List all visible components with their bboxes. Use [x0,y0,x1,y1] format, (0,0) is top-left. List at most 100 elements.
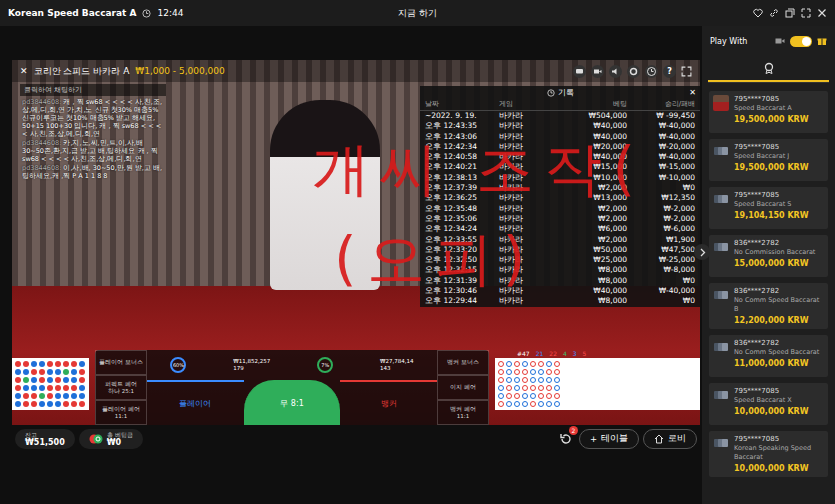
table-card[interactable]: 836****2782No Comm Speed Baccarat11,000,… [709,335,828,377]
total-bet: 총 베팅금₩0 [79,429,143,449]
history-title-group: 기록 [547,87,574,98]
main-bet[interactable]: 무 8:1 [244,380,341,425]
history-row: 오후 12:43:35바카라₩40,000₩-40,000 [420,121,700,131]
side-bet[interactable]: 퍼펙트 페어하나 25:1 [95,375,147,400]
video-icon[interactable] [591,65,604,78]
history-row: 오후 12:37:39바카라₩2,000₩0 [420,183,700,193]
side-bet-label: 퍼펙트 페어 [105,381,137,388]
timer-icon[interactable] [645,65,658,78]
table-card[interactable]: 795****7085Speed Baccarat J19,500,000 KR… [709,139,828,181]
history-cell: ₩-40,000 [627,286,695,296]
sound-icon[interactable] [609,65,622,78]
side-bet[interactable]: 뱅커 페어11:1 [437,400,489,425]
chat-user: pd3844608: [22,164,61,172]
road-ring [514,377,520,383]
table-game: Speed Baccarat A [734,104,809,113]
chips-icon [89,433,103,445]
road-ring [546,361,552,367]
table-card[interactable]: 795****7085Speed Baccarat A19,500,000 KR… [709,91,828,133]
side-bet[interactable]: 이지 페어 [437,375,489,400]
help-button[interactable]: ? [663,65,676,78]
history-cell: ₩40,000 [555,286,627,296]
history-cell: ₩15,000 [555,162,627,172]
table-game: No Comm Speed Baccarat [734,348,819,357]
road-dot [39,385,45,391]
side-bet[interactable]: 플레이어 페어11:1 [95,400,147,425]
history-cell: 오후 12:31:39 [425,276,499,286]
history-cell: 오후 12:33:55 [425,235,499,245]
heart-icon[interactable] [753,8,763,18]
main-bet[interactable]: 플레이어 [147,380,244,425]
history-cell: 오후 12:30:46 [425,286,499,296]
table-card[interactable]: 836****2782No Commission Baccarat15,000,… [709,235,828,277]
expand-icon[interactable] [801,8,811,18]
table-card[interactable]: 795****7085Korean Speaking Speed Baccara… [709,431,828,477]
history-button[interactable]: 2 [557,430,575,448]
history-cell: ₩-40,000 [627,132,695,142]
history-cell: ₩-10,000 [627,173,695,183]
history-cell: 바카라 [499,235,555,245]
award-icon [763,62,775,74]
road-dot [15,377,21,383]
history-row: 오후 12:43:06바카라₩40,000₩-40,000 [420,132,700,142]
road-ring [554,385,560,391]
link-icon[interactable] [769,8,779,18]
road-ring [522,401,528,407]
table-card[interactable]: 836****2782No Comm Speed Baccarat B12,20… [709,283,828,329]
chat-message: pd3844608:이,사,배, 30~50,만,원 받,고 배,팅하세요,캐 … [20,164,166,180]
history-cell: 바카라 [499,214,555,224]
table-card[interactable]: 795****7085Speed Baccarat X10,000,000 KR… [709,383,828,425]
bead-road [12,358,89,410]
table-card[interactable]: 795****7085Speed Baccarat S19,104,150 KR… [709,187,828,229]
chat-icon[interactable] [573,65,586,78]
side-bet[interactable]: 플레이어 보너스 [95,350,147,375]
history-close[interactable]: ✕ [689,88,696,97]
restore-icon[interactable] [785,8,795,18]
lobby-button[interactable]: 로비 [643,429,697,449]
play-with-toggle[interactable] [790,36,812,47]
sidebar-controls [775,36,827,47]
sidebar-tab[interactable] [708,56,829,82]
road-dot [71,361,77,367]
sidebar-header: Play With [702,26,835,56]
body: ✕코리안 스피드 바카라 A₩1,000 - 5,000,000?클릭하여 채팅… [0,26,835,504]
table-list: 795****7085Speed Baccarat A19,500,000 KR… [702,83,835,477]
history-cell: 오후 12:29:44 [425,296,499,306]
table-button[interactable]: +테이블 [579,429,639,449]
side-bet[interactable]: 뱅커 보너스 [437,350,489,375]
road-ring [522,361,528,367]
close-button[interactable]: ✕ [20,66,28,76]
gear-icon[interactable] [627,65,640,78]
history-cell: ₩-2,000 [627,214,695,224]
table-player: 795****7085 [734,95,809,104]
history-icon [547,89,555,97]
fullscreen-icon[interactable] [681,66,692,77]
history-cell: ~2022. 9. 19. [425,111,499,121]
column-header: 승리/패배 [627,99,695,110]
table-game: Korean Speaking Speed Baccarat [734,444,824,462]
close-icon[interactable] [817,8,827,18]
cards-icon [713,435,729,451]
history-row: 오후 12:35:06바카라₩2,000₩-2,000 [420,214,700,224]
control-bar: 잔고₩51,500총 베팅금₩02+테이블로비 [12,428,700,450]
side-bet-label: 11:1 [115,413,127,420]
window-label: 지금 하기 [398,7,437,20]
chat-message: pd3844608:캐 , 찍 sw68 < < < < 사,친,조,상,메,디… [20,98,166,138]
column-header: 게임 [499,99,555,110]
table-info: 795****7085Speed Baccarat A19,500,000 KR… [734,95,809,129]
history-cell: ₩40,000 [555,132,627,142]
main-bet[interactable]: 뱅커 [340,380,437,425]
road-ring [514,401,520,407]
chat-input[interactable]: 클릭하여 채팅하기 [20,84,166,96]
expand-sidebar-button[interactable] [694,244,710,260]
history-cell: 오후 12:32:50 [425,255,499,265]
road-dot [31,385,37,391]
road-dot [71,377,77,383]
road-ring [498,361,504,367]
history-cell: ₩8,000 [555,296,627,306]
road-ring [498,385,504,391]
road-ring [498,401,504,407]
road-dot [23,377,29,383]
gift-icon[interactable] [817,36,827,46]
history-cell: ₩2,000 [555,214,627,224]
